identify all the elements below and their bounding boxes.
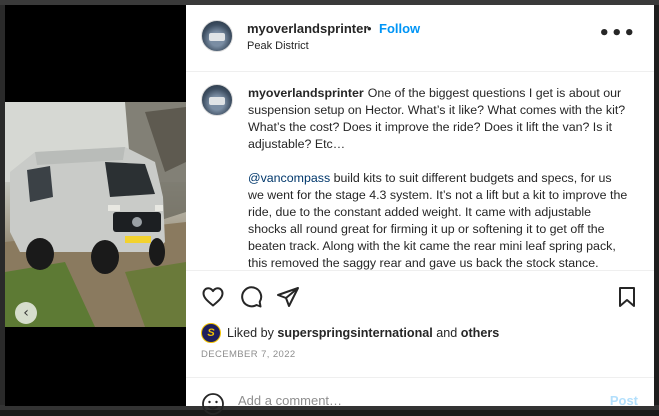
caption-paragraph-1: myoverlandsprinter One of the biggest que… <box>248 85 628 153</box>
more-horizontal-icon[interactable]: ••• <box>598 23 636 44</box>
liked-user-link[interactable]: superspringsinternational <box>277 326 432 340</box>
bookmark-icon[interactable] <box>615 285 639 309</box>
liked-mid: and <box>436 326 458 340</box>
follow-button[interactable]: Follow <box>379 21 420 36</box>
liked-by-avatar[interactable]: S <box>201 323 221 343</box>
emoji-icon[interactable] <box>201 392 225 416</box>
caption-username-link[interactable]: myoverlandsprinter <box>248 86 364 100</box>
caption-body-2: build kits to suit different budgets and… <box>248 171 628 270</box>
prev-arrow-icon[interactable]: ‹ <box>15 302 37 324</box>
share-icon[interactable] <box>276 285 300 309</box>
comment-input[interactable] <box>238 393 598 408</box>
post-date[interactable]: DECEMBER 7, 2022 <box>201 349 296 360</box>
sprinter-van-photo <box>5 102 186 327</box>
caption-section: myoverlandsprinter One of the biggest que… <box>186 72 654 270</box>
comment-bar: Post <box>186 377 654 415</box>
comment-icon[interactable] <box>239 285 263 309</box>
post-media: ‹ <box>5 5 186 406</box>
action-bar: S Liked by superspringsinternational and… <box>186 270 654 378</box>
liked-by-row: S Liked by superspringsinternational and… <box>201 323 499 343</box>
post-header: myoverlandsprinter • Follow Peak Distric… <box>186 5 654 72</box>
post-detail-panel: myoverlandsprinter • Follow Peak Distric… <box>186 5 654 415</box>
liked-others-link[interactable]: others <box>461 326 500 340</box>
username-link[interactable]: myoverlandsprinter <box>247 21 368 36</box>
post-comment-button[interactable]: Post <box>610 393 638 408</box>
caption-text: myoverlandsprinter One of the biggest que… <box>248 85 628 270</box>
separator-dot: • <box>367 21 372 36</box>
heart-icon[interactable] <box>201 285 225 309</box>
liked-prefix: Liked by <box>227 326 274 340</box>
post-photo: ‹ <box>5 102 186 327</box>
location-link[interactable]: Peak District <box>247 40 309 52</box>
caption-paragraph-2: @vancompass build kits to suit different… <box>248 170 628 270</box>
caption-avatar[interactable] <box>201 84 233 116</box>
mention-link[interactable]: @vancompass <box>248 171 330 185</box>
avatar[interactable] <box>201 20 233 52</box>
